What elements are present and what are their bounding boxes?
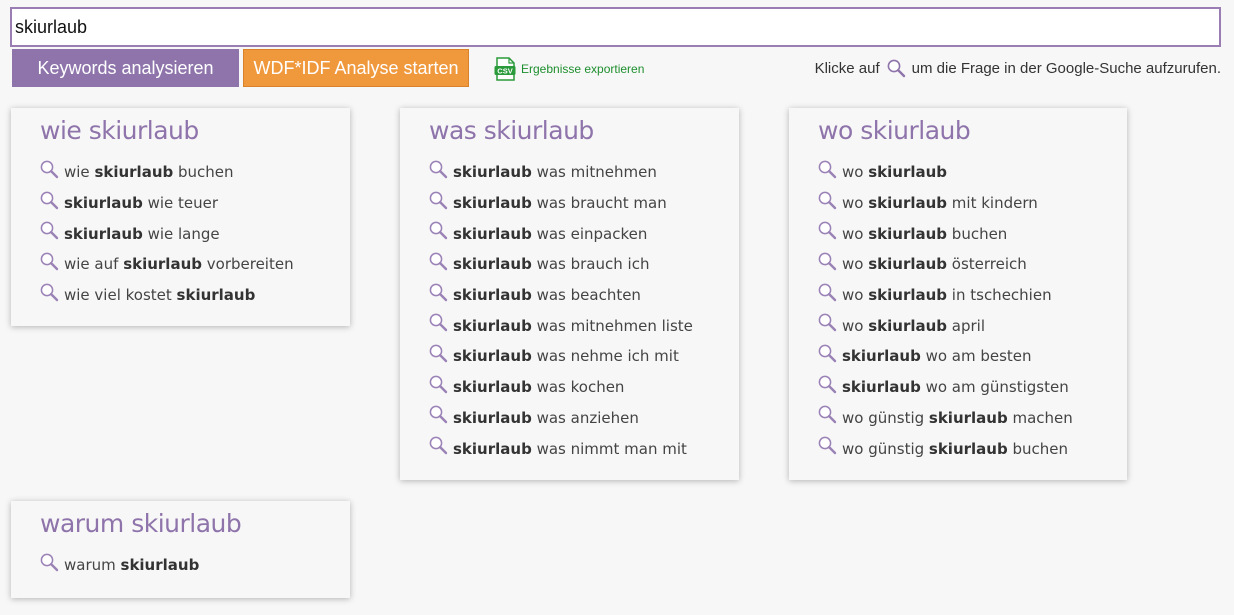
- keywords-analyze-button[interactable]: Keywords analysieren: [12, 49, 239, 87]
- suggestion-text: skiurlaub wie teuer: [64, 194, 219, 213]
- magnifier-icon: [429, 436, 448, 455]
- suggestion-text: wie viel kostet skiurlaub: [64, 286, 256, 305]
- search-input[interactable]: [10, 7, 1221, 47]
- card-wo: wo skiurlaub wo skiurlaub wo skiurlaub mit…: [789, 108, 1127, 480]
- suggestion-item[interactable]: skiurlaub was mitnehmen liste: [428, 310, 739, 341]
- suggestion-text: skiurlaub wo am günstigsten: [842, 378, 1069, 397]
- magnifier-icon: [429, 191, 448, 209]
- magnifier-icon: [818, 344, 837, 363]
- card-was: was skiurlaub skiurlaub was mitnehmen skiu…: [400, 108, 739, 480]
- card-title: wo skiurlaub: [818, 116, 971, 145]
- suggestion-item[interactable]: skiurlaub was kochen: [428, 372, 739, 403]
- suggestion-text: skiurlaub was braucht man: [453, 194, 667, 213]
- suggestion-item[interactable]: skiurlaub was nimmt man mit: [428, 433, 739, 464]
- suggestion-text: skiurlaub was nehme ich mit: [453, 347, 679, 366]
- magnifier-icon: [818, 160, 837, 179]
- suggestion-text: skiurlaub was kochen: [453, 378, 625, 397]
- suggestion-item[interactable]: wie viel kostet skiurlaub: [39, 280, 350, 311]
- suggestion-text: wo skiurlaub april: [842, 316, 986, 335]
- suggestion-item[interactable]: wo skiurlaub österreich: [817, 249, 1127, 280]
- suggestion-text: wo günstig skiurlaub buchen: [842, 439, 1069, 458]
- suggestion-item[interactable]: skiurlaub was einpacken: [428, 218, 739, 249]
- suggestion-item[interactable]: wo skiurlaub mit kindern: [817, 188, 1127, 219]
- suggestion-item[interactable]: skiurlaub wie teuer: [39, 188, 350, 219]
- magnifier-icon: [429, 405, 448, 424]
- export-results-link[interactable]: CSV Ergebnisse exportieren: [494, 57, 644, 81]
- suggestion-text: warum skiurlaub: [64, 556, 200, 575]
- suggestion-text: wo skiurlaub buchen: [842, 224, 1008, 243]
- suggestion-item[interactable]: skiurlaub was braucht man: [428, 188, 739, 219]
- suggestion-text: skiurlaub was einpacken: [453, 224, 648, 243]
- suggestion-text: wo skiurlaub österreich: [842, 255, 1027, 274]
- card-title: wie skiurlaub: [40, 116, 199, 145]
- hint-text: Klicke auf um die Frage in der Google-Su…: [815, 58, 1221, 78]
- suggestion-text: skiurlaub was brauch ich: [453, 255, 650, 274]
- card-title: warum skiurlaub: [40, 509, 242, 538]
- suggestion-item[interactable]: skiurlaub was mitnehmen: [428, 157, 739, 188]
- wdf-idf-analysis-button[interactable]: WDF*IDF Analyse starten: [243, 49, 469, 87]
- suggestion-item[interactable]: wo skiurlaub april: [817, 310, 1127, 341]
- magnifier-icon: [818, 252, 837, 271]
- csv-file-icon: CSV: [494, 57, 516, 81]
- suggestion-text: wo skiurlaub in tschechien: [842, 286, 1052, 305]
- suggestion-item[interactable]: skiurlaub wie lange: [39, 218, 350, 249]
- magnifier-icon: [818, 375, 837, 393]
- magnifier-icon: [40, 553, 59, 572]
- card-title: was skiurlaub: [429, 116, 594, 145]
- magnifier-icon: [40, 283, 59, 301]
- magnifier-icon: [40, 221, 59, 240]
- magnifier-icon: [429, 375, 448, 393]
- suggestion-item[interactable]: skiurlaub was beachten: [428, 280, 739, 311]
- suggestion-item[interactable]: wie skiurlaub buchen: [39, 157, 350, 188]
- suggestion-text: skiurlaub was anziehen: [453, 408, 639, 427]
- suggestion-text: skiurlaub wie lange: [64, 224, 220, 243]
- suggestion-text: skiurlaub was mitnehmen liste: [453, 316, 693, 335]
- magnifier-icon: [40, 252, 59, 271]
- suggestion-text: skiurlaub was beachten: [453, 286, 641, 305]
- suggestion-item[interactable]: wo skiurlaub: [817, 157, 1127, 188]
- suggestion-text: skiurlaub was nimmt man mit: [453, 439, 687, 458]
- magnifier-icon: [818, 405, 837, 424]
- magnifier-icon: [818, 221, 837, 240]
- suggestion-item[interactable]: wo günstig skiurlaub machen: [817, 403, 1127, 434]
- suggestion-text: skiurlaub wo am besten: [842, 347, 1032, 366]
- suggestion-text: wo günstig skiurlaub machen: [842, 408, 1073, 427]
- hint-after: um die Frage in der Google-Suche aufzuru…: [911, 59, 1221, 77]
- magnifier-icon: [429, 344, 448, 363]
- card-wie: wie skiurlaub wie skiurlaub buchen skiurla…: [11, 108, 350, 326]
- suggestion-text: wie skiurlaub buchen: [64, 163, 234, 182]
- magnifier-icon: [40, 160, 59, 179]
- magnifier-icon: [40, 191, 59, 209]
- suggestion-item[interactable]: skiurlaub was brauch ich: [428, 249, 739, 280]
- magnifier-icon: [818, 191, 837, 209]
- export-results-label: Ergebnisse exportieren: [521, 62, 645, 76]
- suggestion-item[interactable]: wo skiurlaub buchen: [817, 218, 1127, 249]
- magnifier-icon: [429, 313, 448, 332]
- magnifier-icon: [429, 283, 448, 301]
- suggestion-item[interactable]: skiurlaub was anziehen: [428, 403, 739, 434]
- hint-before: Klicke auf: [814, 59, 880, 77]
- suggestion-item[interactable]: skiurlaub wo am besten: [817, 341, 1127, 372]
- card-warum: warum skiurlaub warum skiurlaub: [11, 501, 350, 598]
- magnifier-icon: [818, 283, 837, 301]
- suggestion-item[interactable]: warum skiurlaub: [39, 550, 350, 581]
- suggestion-text: wie auf skiurlaub vorbereiten: [64, 255, 294, 274]
- suggestion-text: wo skiurlaub: [842, 163, 948, 182]
- magnifier-icon: [818, 436, 837, 455]
- magnifier-icon: [429, 221, 448, 240]
- suggestion-item[interactable]: wo günstig skiurlaub buchen: [817, 433, 1127, 464]
- suggestion-item[interactable]: skiurlaub wo am günstigsten: [817, 372, 1127, 403]
- suggestion-item[interactable]: wo skiurlaub in tschechien: [817, 280, 1127, 311]
- magnifier-icon: [429, 160, 448, 179]
- suggestion-item[interactable]: skiurlaub was nehme ich mit: [428, 341, 739, 372]
- suggestion-text: skiurlaub was mitnehmen: [453, 163, 657, 182]
- magnifier-icon: [818, 313, 837, 332]
- suggestion-item[interactable]: wie auf skiurlaub vorbereiten: [39, 249, 350, 280]
- magnifier-icon: [429, 252, 448, 271]
- magnifier-icon: [887, 59, 905, 78]
- suggestion-text: wo skiurlaub mit kindern: [842, 194, 1038, 213]
- svg-text:CSV: CSV: [497, 67, 512, 76]
